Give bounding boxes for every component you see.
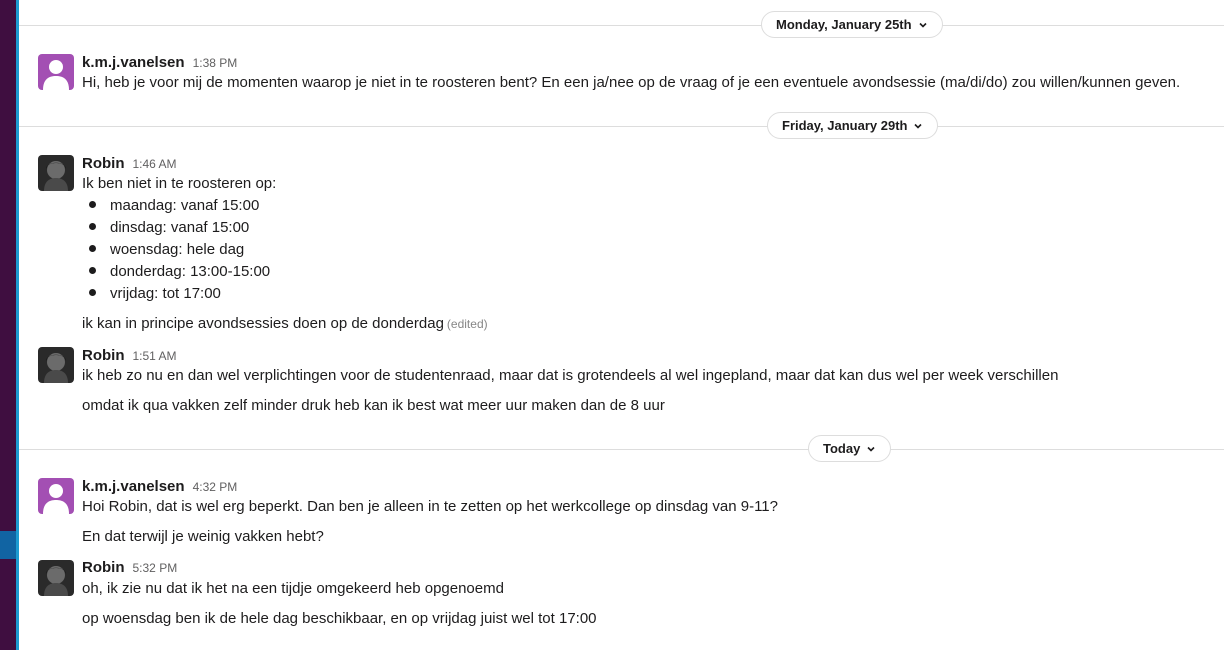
message-text: oh, ik zie nu dat ik het na een tijdje o… [82, 580, 504, 597]
user-photo-avatar [38, 347, 74, 383]
list-item-text: woensdag: hele dag [110, 241, 245, 258]
message-text: op woensdag ben ik de hele dag beschikba… [82, 610, 597, 627]
bullet-icon [89, 244, 96, 252]
list-item-text: maandag: vanaf 15:00 [110, 197, 260, 214]
message-text: Ik ben niet in te roosteren op: [82, 175, 277, 192]
author-name[interactable]: Robin [82, 155, 125, 172]
bullet-icon [89, 266, 96, 274]
timestamp[interactable]: 1:46 AM [133, 157, 177, 171]
user-photo-avatar [38, 155, 74, 191]
author-name[interactable]: k.m.j.vanelsen [82, 54, 185, 71]
day-divider-today[interactable]: Today [808, 435, 892, 462]
sidebar-active-indicator[interactable] [0, 531, 16, 559]
list-item-text: vrijdag: tot 17:00 [110, 285, 221, 302]
day-divider-friday[interactable]: Friday, January 29th [767, 112, 939, 139]
author-name[interactable]: Robin [82, 347, 125, 364]
avatar[interactable] [38, 54, 74, 90]
default-user-icon [38, 54, 74, 90]
list-item: maandag: vanaf 15:00 [89, 195, 259, 217]
day-divider-label: Monday, January 25th [776, 17, 912, 32]
bullet-icon [89, 200, 96, 208]
list-item: donderdag: 13:00-15:00 [89, 261, 270, 283]
timestamp[interactable]: 4:32 PM [193, 480, 238, 494]
default-user-icon [38, 478, 74, 514]
message-header: Robin 1:51 AM [82, 347, 177, 364]
avatar[interactable] [38, 347, 74, 383]
timestamp[interactable]: 1:38 PM [193, 56, 238, 70]
message-text: Hi, heb je voor mij de momenten waarop j… [82, 74, 1181, 91]
user-photo-avatar [38, 560, 74, 596]
message-text: ik heb zo nu en dan wel verplichtingen v… [82, 367, 1059, 384]
avatar[interactable] [38, 478, 74, 514]
timestamp[interactable]: 1:51 AM [133, 349, 177, 363]
list-item-text: donderdag: 13:00-15:00 [110, 263, 271, 280]
message-list[interactable]: Monday, January 25th k.m.j.vanelsen 1:38… [19, 0, 1224, 650]
day-divider-monday[interactable]: Monday, January 25th [761, 11, 943, 38]
chevron-down-icon [867, 446, 875, 452]
message-header: k.m.j.vanelsen 1:38 PM [82, 54, 237, 71]
list-item: dinsdag: vanaf 15:00 [89, 217, 249, 239]
message-text: Hoi Robin, dat is wel erg beperkt. Dan b… [82, 498, 778, 515]
message-text: En dat terwijl je weinig vakken hebt? [82, 528, 324, 545]
message-text: ik kan in principe avondsessies doen op … [82, 313, 488, 335]
message-header: k.m.j.vanelsen 4:32 PM [82, 478, 237, 495]
avatar[interactable] [38, 155, 74, 191]
message-header: Robin 1:46 AM [82, 155, 177, 172]
list-item: vrijdag: tot 17:00 [89, 283, 221, 305]
day-divider-label: Friday, January 29th [782, 118, 908, 133]
timestamp[interactable]: 5:32 PM [133, 561, 178, 575]
author-name[interactable]: Robin [82, 559, 125, 576]
message-header: Robin 5:32 PM [82, 559, 177, 576]
list-item-text: dinsdag: vanaf 15:00 [110, 219, 250, 236]
message-followup-text: ik kan in principe avondsessies doen op … [82, 315, 444, 332]
edited-label: (edited) [446, 317, 488, 331]
avatar[interactable] [38, 560, 74, 596]
day-divider-line [19, 449, 1224, 450]
bullet-icon [89, 222, 96, 230]
chevron-down-icon [919, 22, 927, 28]
day-divider-line [19, 126, 1224, 127]
day-divider-line [19, 25, 1224, 26]
list-item: woensdag: hele dag [89, 239, 244, 261]
author-name[interactable]: k.m.j.vanelsen [82, 478, 185, 495]
bullet-icon [89, 288, 96, 296]
chevron-down-icon [914, 123, 923, 129]
slack-app: Monday, January 25th k.m.j.vanelsen 1:38… [0, 0, 1224, 650]
message-text: omdat ik qua vakken zelf minder druk heb… [82, 397, 665, 414]
day-divider-label: Today [823, 441, 861, 456]
